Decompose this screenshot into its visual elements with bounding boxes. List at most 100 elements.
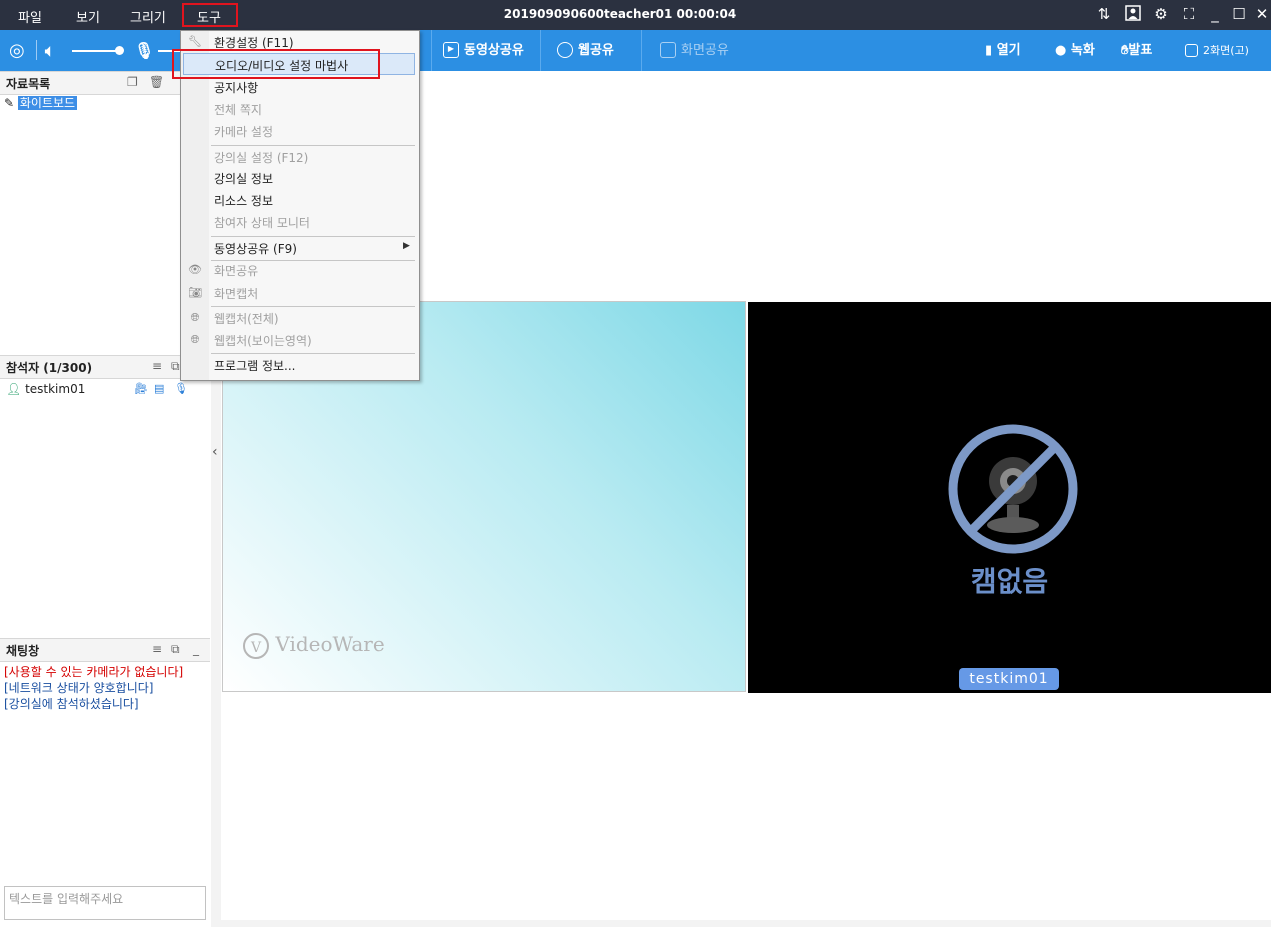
record-label: 녹화 (1070, 43, 1095, 58)
list-icon[interactable]: ≡ (152, 642, 162, 656)
layout-icon (1185, 43, 1198, 57)
resources-title: 자료목록 (6, 77, 51, 91)
speaker-volume-slider[interactable] (72, 50, 118, 52)
menu-item-notice[interactable]: 공지사항 (181, 76, 419, 98)
menu-tools-highlight (182, 3, 238, 27)
speaker-icon[interactable]: 🔈︎ (45, 30, 55, 71)
participants-header: 참석자 (1/300) ≡ ⧉ (0, 355, 210, 379)
screen-share-label: 화면공유 (681, 43, 729, 58)
menu-item-camera-settings[interactable]: 카메라 설정 (181, 120, 419, 142)
globe-icon (557, 41, 573, 58)
camera-user-label: testkim01 (959, 668, 1059, 690)
chat-input[interactable]: 텍스트를 입력해주세요 (4, 886, 206, 920)
menu-item-screen-share[interactable]: 👁︎ 화면공유 (181, 259, 419, 281)
menu-item-program-info[interactable]: 프로그램 정보... (181, 354, 419, 376)
menu-file[interactable]: 파일 (18, 7, 42, 26)
resource-item-whiteboard[interactable]: ✎ 화이트보드 (4, 94, 78, 111)
no-camera-text: 캠없음 (970, 565, 1049, 598)
tools-dropdown-menu: 🔧︎ 환경설정 (F11) 오디오/비디오 설정 마법사 공지사항 전체 쪽지 … (180, 30, 420, 381)
doc-status-icon: ▤ (154, 382, 165, 395)
resource-item-label: 화이트보드 (17, 96, 78, 110)
edit-icon: ✎ (4, 96, 15, 110)
chevron-left-icon: ‹ (212, 444, 218, 460)
screen-share-icon (660, 41, 676, 58)
menu-item-label: 전체 쪽지 (214, 103, 262, 117)
camera-icon: 📷︎ (188, 286, 202, 299)
menu-draw[interactable]: 그리기 (130, 7, 166, 26)
chat-message: [네트워크 상태가 양호합니다] (4, 681, 154, 695)
fullscreen-icon[interactable]: ⛶ (1180, 5, 1198, 23)
video-share-button[interactable]: ▶ 동영상공유 (443, 30, 524, 71)
menu-item-label: 화면공유 (214, 264, 259, 278)
mic-status-icon: 🎙︎ (174, 382, 188, 395)
new-doc-icon[interactable]: ❐ (127, 75, 138, 89)
present-label: 발표 (1128, 43, 1153, 58)
trash-icon[interactable]: 🗑︎ (149, 75, 164, 89)
minimize-icon[interactable]: _ (193, 642, 199, 656)
submenu-arrow-icon: ▶ (403, 241, 410, 251)
av-wizard-highlight (172, 49, 380, 79)
record-button[interactable]: ● 녹화 (1055, 30, 1095, 71)
menu-item-participant-monitor[interactable]: 참여자 상태 모니터 (181, 211, 419, 233)
settings-icon[interactable]: ⚙ (1152, 5, 1170, 23)
open-label: 열기 (996, 43, 1021, 58)
participant-name: testkim01 (25, 382, 86, 396)
screen-share-button[interactable]: 화면공유 (660, 30, 729, 71)
video-share-label: 동영상공유 (464, 43, 524, 58)
maximize-icon[interactable]: ☐ (1230, 5, 1248, 23)
logo-text: VideoWare (275, 632, 385, 656)
menu-item-label: 강의실 설정 (F12) (214, 151, 309, 165)
menu-item-resource-info[interactable]: 리소스 정보 (181, 189, 419, 211)
menu-item-room-settings[interactable]: 강의실 설정 (F12) (181, 146, 419, 168)
record-dot-icon: ● (1055, 43, 1067, 58)
close-icon[interactable]: ✕ (1253, 5, 1271, 23)
microphone-icon[interactable]: 🎙︎ (134, 30, 154, 71)
sort-icon[interactable]: ⇅ (1095, 5, 1113, 23)
speaker-volume-knob[interactable] (115, 46, 124, 55)
menu-item-label: 참여자 상태 모니터 (214, 216, 310, 230)
folder-icon: ▮ (985, 43, 993, 58)
menu-item-label: 카메라 설정 (214, 125, 274, 139)
participant-row[interactable]: 👤︎ testkim01 (6, 382, 85, 396)
title-bar: 파일 보기 그리기 도구 201909090600teacher01 00:00… (0, 0, 1271, 30)
layout-button[interactable]: 2화면(고) (1185, 30, 1249, 71)
chat-message: [강의실에 참석하셨습니다] (4, 697, 139, 711)
menu-item-web-capture-visible[interactable]: 🌐︎ 웹캡처(보이는영역) (181, 329, 419, 351)
user-icon[interactable] (1124, 5, 1142, 23)
menu-item-label: 공지사항 (214, 81, 259, 95)
menu-item-label: 리소스 정보 (214, 194, 274, 208)
wrench-icon: 🔧︎ (188, 35, 202, 48)
participants-title: 참석자 (1/300) (6, 361, 93, 375)
logo-icon: V (243, 632, 269, 659)
web-capture-icon: 🌐︎ (190, 311, 200, 324)
popout-icon[interactable]: ⧉ (171, 642, 180, 657)
web-share-button[interactable]: 웹공유 (557, 30, 614, 71)
menu-item-video-share[interactable]: 동영상공유 (F9) ▶ (181, 237, 419, 259)
menu-item-label: 강의실 정보 (214, 172, 274, 186)
list-icon[interactable]: ≡ (152, 359, 162, 373)
menu-item-label: 동영상공유 (F9) (214, 242, 297, 256)
menu-item-web-capture-full[interactable]: 🌐︎ 웹캡처(전체) (181, 307, 419, 329)
web-capture-icon: 🌐︎ (190, 333, 200, 346)
camera-view[interactable]: 캠없음 testkim01 (748, 302, 1271, 693)
webcam-icon[interactable]: ◎ (9, 30, 25, 71)
menu-item-label: 웹캡처(전체) (214, 312, 279, 326)
videoware-logo: V VideoWare (243, 632, 385, 659)
present-button[interactable]: ✋︎발표 (1121, 30, 1152, 71)
menu-item-message-all[interactable]: 전체 쪽지 (181, 98, 419, 120)
popout-icon[interactable]: ⧉ (171, 359, 180, 374)
minimize-icon[interactable]: _ (1206, 5, 1224, 23)
user-icon: 👤︎ (6, 382, 22, 396)
layout-label: 2화면(고) (1203, 44, 1249, 57)
menu-item-screen-capture[interactable]: 📷︎ 화면캡처 (181, 282, 419, 304)
chat-message: [사용할 수 있는 카메라가 없습니다] (4, 665, 184, 679)
chat-header: 채팅창 ≡ ⧉ _ (0, 638, 210, 662)
menu-item-room-info[interactable]: 강의실 정보 (181, 167, 419, 189)
open-button[interactable]: ▮ 열기 (985, 30, 1021, 71)
screen-share-icon: 👁︎ (188, 263, 202, 276)
menu-item-label: 프로그램 정보... (214, 359, 296, 373)
web-share-label: 웹공유 (578, 43, 614, 58)
menu-view[interactable]: 보기 (76, 7, 100, 26)
cam-status-icon: 🎥︎ (134, 382, 148, 395)
no-camera-icon (948, 424, 1078, 554)
